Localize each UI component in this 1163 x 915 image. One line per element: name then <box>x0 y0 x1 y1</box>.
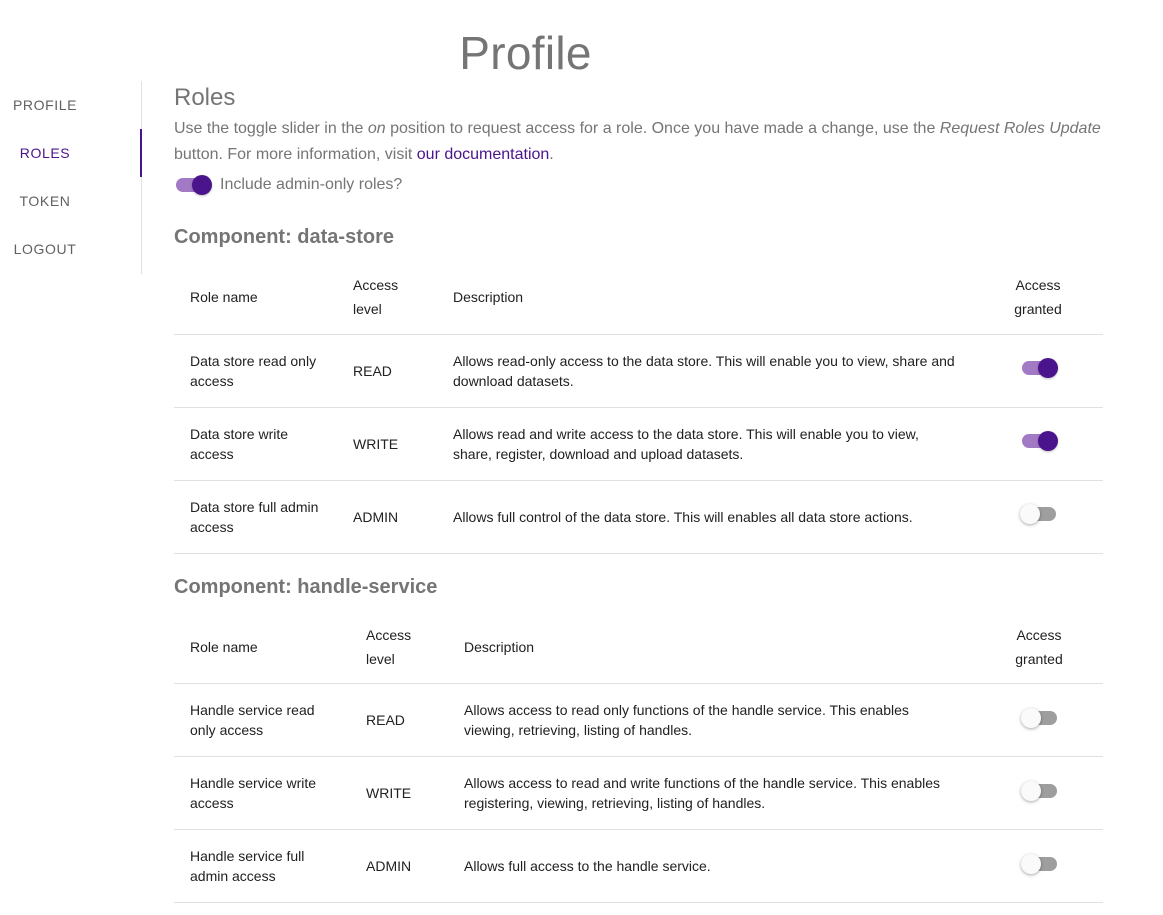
component-heading-data-store: Component: data-store <box>174 226 394 248</box>
intro-text-part: Use the toggle slider in the <box>174 120 368 137</box>
access-toggle[interactable] <box>1021 707 1057 728</box>
access-granted-cell <box>975 683 1103 757</box>
column-header-access-granted: Access granted <box>973 261 1103 335</box>
access-granted-cell <box>973 407 1103 481</box>
access-level-cell: ADMIN <box>337 480 437 554</box>
toggle-thumb <box>1021 853 1041 874</box>
nav-item-label: ROLES <box>19 145 71 161</box>
page-title: Profile <box>459 27 592 79</box>
role-name-cell: Data store read only access <box>174 334 337 408</box>
column-header-access-level: Access level <box>350 610 448 684</box>
table-row: Handle service read only access READ All… <box>174 683 1103 757</box>
intro-text-part: position to request access for a role. O… <box>385 120 940 137</box>
header-line: Access <box>366 626 412 643</box>
description-cell: Allows full control of the data store. T… <box>437 480 973 554</box>
side-navigation: PROFILE ROLES TOKEN LOGOUT <box>0 81 142 274</box>
toggle-thumb <box>1021 780 1041 801</box>
description-cell: Allows access to read and write function… <box>448 756 975 830</box>
table-row: Data store full admin access ADMIN Allow… <box>174 480 1103 554</box>
table-header-row: Role name Access level Description Access… <box>174 261 1103 335</box>
description-cell: Allows read-only access to the data stor… <box>437 334 973 408</box>
nav-item-label: PROFILE <box>12 97 78 113</box>
access-level-cell: WRITE <box>337 407 437 481</box>
intro-text-part: . <box>549 146 554 163</box>
table-row: Handle service write access WRITE Allows… <box>174 756 1103 830</box>
column-header-access-granted: Access granted <box>975 610 1103 684</box>
description-cell: Allows full access to the handle service… <box>448 829 975 903</box>
header-line: level <box>366 650 395 667</box>
table-row: Handle service full admin access ADMIN A… <box>174 829 1103 903</box>
access-toggle[interactable] <box>1020 358 1058 378</box>
header-line: level <box>353 301 382 318</box>
roles-table-handle-service: Role name Access level Description Access… <box>174 610 1103 903</box>
nav-item-roles[interactable]: ROLES <box>0 129 142 177</box>
admin-roles-toggle[interactable] <box>174 175 212 195</box>
nav-item-profile[interactable]: PROFILE <box>0 81 141 129</box>
role-name-cell: Handle service write access <box>174 756 350 830</box>
intro-on-word: on <box>367 120 386 137</box>
description-cell: Allows read and write access to the data… <box>437 407 973 481</box>
header-line: Access <box>353 277 399 294</box>
column-header-role-name: Role name <box>174 261 337 335</box>
nav-item-label: LOGOUT <box>13 241 77 257</box>
roles-table-data-store: Role name Access level Description Access… <box>174 261 1103 554</box>
access-toggle[interactable] <box>1021 853 1057 874</box>
column-header-description: Description <box>448 610 975 684</box>
nav-item-token[interactable]: TOKEN <box>0 177 141 225</box>
roles-panel: Roles Use the toggle slider in the on po… <box>174 82 1104 903</box>
role-name-cell: Data store write access <box>174 407 337 481</box>
toggle-thumb <box>1038 358 1058 378</box>
table-row: Data store read only access READ Allows … <box>174 334 1103 408</box>
access-toggle[interactable] <box>1020 431 1058 451</box>
toggle-thumb <box>1021 707 1041 728</box>
admin-roles-toggle-row: Include admin-only roles? <box>174 175 1104 195</box>
description-cell: Allows access to read only functions of … <box>448 683 975 757</box>
column-header-role-name: Role name <box>174 610 350 684</box>
toggle-thumb <box>1038 431 1058 451</box>
access-toggle[interactable] <box>1021 780 1057 801</box>
role-name-cell: Data store full admin access <box>174 480 337 554</box>
access-level-cell: READ <box>337 334 437 408</box>
table-header-row: Role name Access level Description Access… <box>174 610 1103 684</box>
documentation-link[interactable]: our documentation <box>417 146 550 163</box>
nav-item-logout[interactable]: LOGOUT <box>0 225 141 273</box>
access-granted-cell <box>973 480 1103 554</box>
role-name-cell: Handle service full admin access <box>174 829 350 903</box>
intro-text-part: button. For more information, visit <box>174 146 417 163</box>
column-header-description: Description <box>437 261 973 335</box>
role-name-cell: Handle service read only access <box>174 683 350 757</box>
access-level-cell: ADMIN <box>350 829 448 903</box>
access-toggle[interactable] <box>1020 504 1056 524</box>
column-header-access-level: Access level <box>337 261 437 335</box>
admin-roles-toggle-label: Include admin-only roles? <box>220 176 403 193</box>
header-line: granted <box>1015 650 1063 667</box>
nav-item-label: TOKEN <box>19 193 71 209</box>
roles-intro-text: Use the toggle slider in the on position… <box>174 116 1104 168</box>
access-level-cell: READ <box>350 683 448 757</box>
access-level-cell: WRITE <box>350 756 448 830</box>
roles-heading: Roles <box>174 84 236 111</box>
toggle-thumb <box>1020 504 1040 524</box>
header-line: Access <box>1016 626 1062 643</box>
access-granted-cell <box>975 756 1103 830</box>
access-granted-cell <box>975 829 1103 903</box>
header-line: granted <box>1014 301 1062 318</box>
header-line: Access <box>1015 277 1061 294</box>
intro-button-name: Request Roles Update <box>939 120 1101 137</box>
toggle-thumb <box>192 175 212 195</box>
table-row: Data store write access WRITE Allows rea… <box>174 407 1103 481</box>
component-heading-handle-service: Component: handle-service <box>174 575 438 598</box>
access-granted-cell <box>973 334 1103 408</box>
